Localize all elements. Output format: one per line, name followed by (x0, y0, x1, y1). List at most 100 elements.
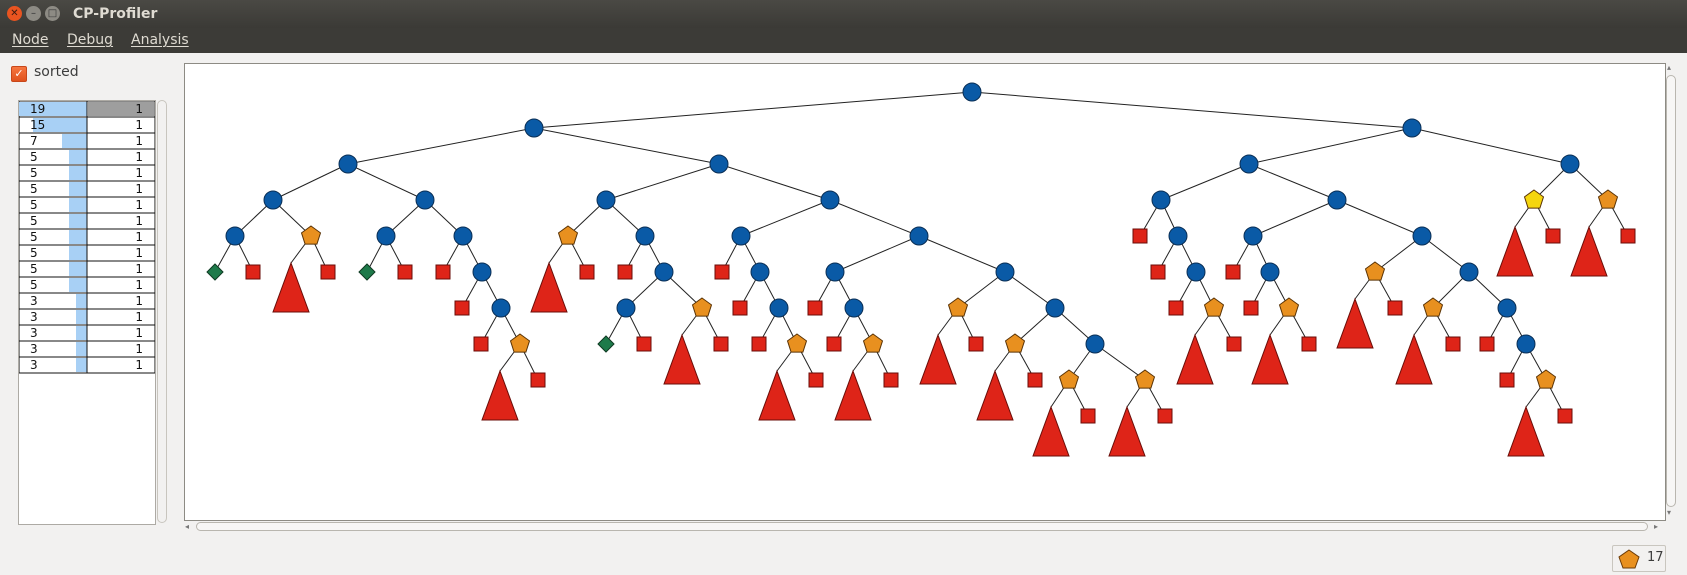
menu-debug[interactable]: Debug (67, 32, 113, 48)
branch-node[interactable] (415, 190, 435, 210)
histogram-row[interactable]: 51 (19, 196, 155, 214)
failed-subtree-triangle[interactable] (1336, 297, 1374, 349)
failure-node[interactable] (320, 264, 336, 280)
branch-node[interactable] (491, 298, 511, 318)
failure-node[interactable] (473, 336, 489, 352)
branch-node[interactable] (453, 226, 473, 246)
branch-node[interactable] (1168, 226, 1188, 246)
branch-node[interactable] (1186, 262, 1206, 282)
branch-node[interactable] (962, 82, 982, 102)
branch-node[interactable] (1327, 190, 1347, 210)
failure-node[interactable] (245, 264, 261, 280)
failed-subtree-triangle[interactable] (1395, 333, 1433, 385)
branch-node[interactable] (338, 154, 358, 174)
undetermined-node-pentagon-icon[interactable] (509, 333, 531, 353)
failure-node[interactable] (1557, 408, 1573, 424)
failure-node[interactable] (968, 336, 984, 352)
failure-node[interactable] (1445, 336, 1461, 352)
histogram-row[interactable]: 31 (19, 340, 155, 358)
histogram-row[interactable]: 31 (19, 308, 155, 326)
failure-node[interactable] (1132, 228, 1148, 244)
branch-node[interactable] (1045, 298, 1065, 318)
branch-node[interactable] (731, 226, 751, 246)
branch-node[interactable] (1459, 262, 1479, 282)
failure-node[interactable] (1387, 300, 1403, 316)
failed-subtree-triangle[interactable] (976, 369, 1014, 421)
branch-node[interactable] (1402, 118, 1422, 138)
failed-subtree-triangle[interactable] (272, 261, 310, 313)
failure-node[interactable] (732, 300, 748, 316)
undetermined-node-pentagon-icon[interactable] (947, 297, 969, 317)
undetermined-node-pentagon-icon[interactable] (1535, 369, 1557, 389)
branch-node[interactable] (524, 118, 544, 138)
histogram-row[interactable]: 31 (19, 292, 155, 310)
vertical-scroll-thumb[interactable] (1666, 75, 1676, 507)
failed-subtree-triangle[interactable] (663, 333, 701, 385)
failure-node[interactable] (808, 372, 824, 388)
histogram-row[interactable]: 51 (19, 164, 155, 182)
failure-node[interactable] (1499, 372, 1515, 388)
maximize-window-button[interactable]: □ (45, 6, 60, 21)
histogram-scrollbar[interactable] (157, 100, 167, 523)
branch-node[interactable] (1243, 226, 1263, 246)
solution-node-icon[interactable] (597, 335, 615, 353)
failure-node[interactable] (1157, 408, 1173, 424)
histogram-row[interactable]: 51 (19, 260, 155, 278)
scroll-up-arrow-icon[interactable]: ▴ (1667, 63, 1671, 72)
horizontal-scrollbar[interactable]: ◂ ▸ (184, 521, 1664, 533)
failure-node[interactable] (1225, 264, 1241, 280)
failed-subtree-triangle[interactable] (530, 261, 568, 313)
branch-node[interactable] (225, 226, 245, 246)
failure-node[interactable] (636, 336, 652, 352)
branch-node[interactable] (825, 262, 845, 282)
undetermined-node-pentagon-icon[interactable] (1597, 189, 1619, 209)
histogram-row[interactable]: 15 1 (19, 116, 155, 134)
histogram-row[interactable]: 31 (19, 324, 155, 342)
branch-node[interactable] (750, 262, 770, 282)
histogram-table[interactable]: 19 115 17 15 15 15 15 15 15 15 15 15 13 13 13 13 13 1 (19, 101, 155, 379)
histogram-row[interactable]: 51 (19, 180, 155, 198)
failure-node[interactable] (1243, 300, 1259, 316)
branch-node[interactable] (1560, 154, 1580, 174)
failure-node[interactable] (397, 264, 413, 280)
failed-subtree-triangle[interactable] (834, 369, 872, 421)
failure-node[interactable] (454, 300, 470, 316)
failure-node[interactable] (1168, 300, 1184, 316)
failure-node[interactable] (1080, 408, 1096, 424)
undetermined-node-pentagon-icon[interactable] (300, 225, 322, 245)
undetermined-node-pentagon-icon[interactable] (1278, 297, 1300, 317)
failure-node[interactable] (1301, 336, 1317, 352)
branch-node[interactable] (909, 226, 929, 246)
solution-node-icon[interactable] (206, 263, 224, 281)
branch-node[interactable] (1412, 226, 1432, 246)
branch-node[interactable] (1260, 262, 1280, 282)
failure-node[interactable] (1479, 336, 1495, 352)
failure-node[interactable] (883, 372, 899, 388)
branch-node[interactable] (1516, 334, 1536, 354)
branch-node[interactable] (709, 154, 729, 174)
failure-node[interactable] (714, 264, 730, 280)
failed-subtree-triangle[interactable] (1570, 225, 1608, 277)
undetermined-node-pentagon-icon[interactable] (1134, 369, 1156, 389)
failed-subtree-triangle[interactable] (1176, 333, 1214, 385)
failure-node[interactable] (1226, 336, 1242, 352)
solution-node-icon[interactable] (358, 263, 376, 281)
branch-node[interactable] (820, 190, 840, 210)
branch-node[interactable] (263, 190, 283, 210)
histogram-row[interactable]: 19 1 (19, 101, 155, 118)
histogram-row[interactable]: 71 (19, 132, 155, 150)
histogram-row[interactable]: 51 (19, 276, 155, 294)
branch-node[interactable] (1151, 190, 1171, 210)
branch-node[interactable] (995, 262, 1015, 282)
undetermined-node-pentagon-icon[interactable] (1364, 261, 1386, 281)
failure-node[interactable] (530, 372, 546, 388)
search-tree-canvas[interactable] (184, 63, 1666, 521)
branch-node[interactable] (376, 226, 396, 246)
histogram-row[interactable]: 51 (19, 228, 155, 246)
vertical-scrollbar[interactable]: ▴ ▾ (1666, 63, 1676, 519)
histogram-row[interactable]: 31 (19, 356, 155, 374)
failure-node[interactable] (1545, 228, 1561, 244)
close-window-button[interactable]: ✕ (7, 6, 22, 21)
horizontal-scroll-thumb[interactable] (196, 522, 1648, 531)
undetermined-node-pentagon-icon[interactable] (862, 333, 884, 353)
